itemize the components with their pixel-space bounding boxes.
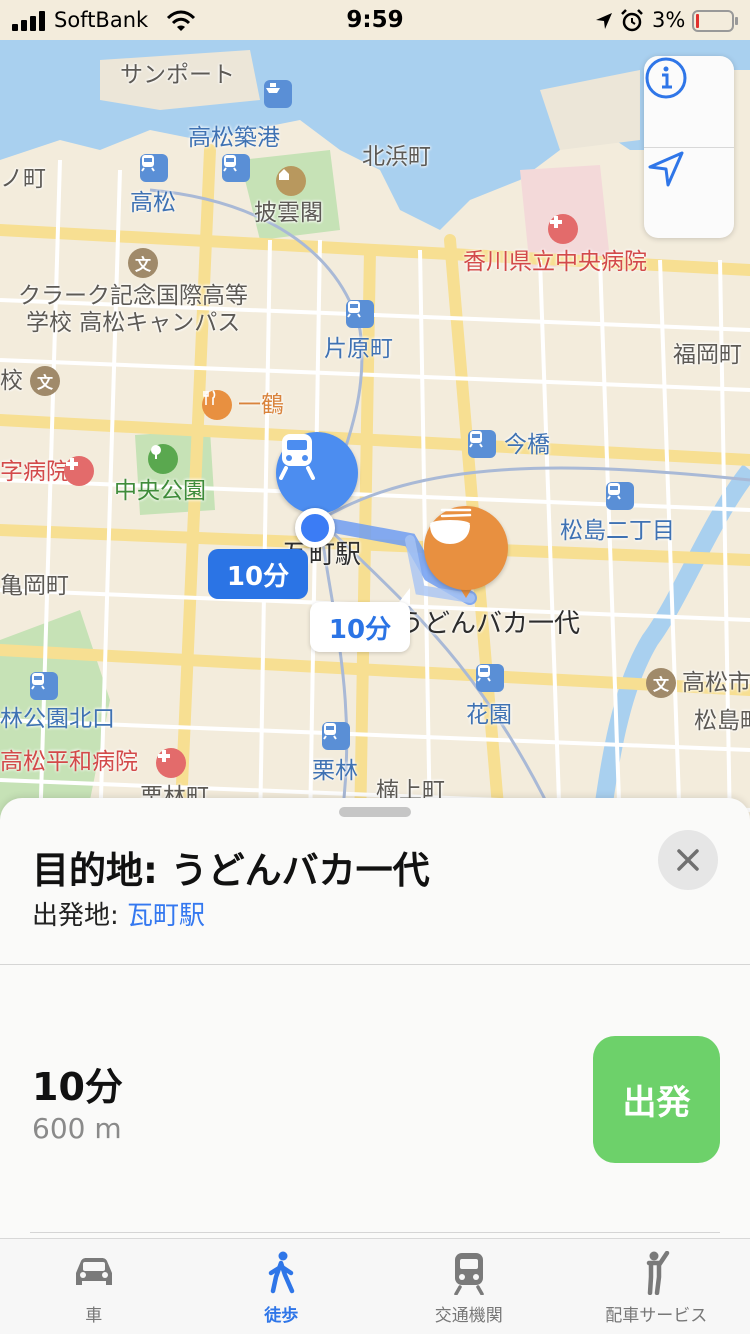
map-label-machi-left: ノ町 (0, 166, 46, 192)
sheet-divider (0, 964, 750, 965)
map-label-matsushima-nichome: 松島二丁目 (560, 518, 675, 544)
hospital-icon (548, 214, 578, 244)
location-arrow-icon (648, 151, 684, 187)
close-button[interactable] (658, 830, 718, 890)
map-label-imabashi: 今橋 (504, 432, 550, 458)
train-station-icon (222, 154, 250, 182)
destination-label: うどんバカ一代 (398, 609, 581, 639)
route-sheet[interactable]: 目的地: うどんバカ一代 出発地: 瓦町駅 10分 600 m 出発 (0, 798, 750, 1238)
map-label-takamatsu: 高松 (130, 190, 176, 216)
battery-icon (692, 10, 738, 32)
map-label-kameokamachi: 亀岡町 (0, 573, 69, 599)
sheet-grabber[interactable] (339, 807, 411, 817)
train-station-icon (30, 672, 58, 700)
location-arrow-icon (596, 13, 612, 29)
train-station-icon (346, 300, 374, 328)
map-label-hiunkaku: 披雲閣 (254, 200, 323, 226)
tab-transit[interactable]: 交通機関 (375, 1239, 563, 1334)
info-icon (645, 57, 687, 99)
go-button[interactable]: 出発 (593, 1036, 720, 1163)
map-label-takamatsu-heiwa-hospital: 高松平和病院 (0, 749, 138, 775)
map-label-hanazono: 花園 (466, 702, 512, 728)
map-info-button[interactable] (644, 56, 734, 147)
status-bar: SoftBank 9:59 3% (0, 0, 750, 40)
map-label-clark-school-1: クラーク記念国際高等 (18, 283, 248, 309)
train-station-icon (322, 722, 350, 750)
battery-percent: 3% (652, 8, 686, 32)
car-icon (75, 1258, 112, 1285)
tab-ride-hailing[interactable]: 配車サービス (563, 1239, 750, 1334)
origin-prefix: 出発地: (32, 901, 128, 931)
tab-car-label: 車 (85, 1306, 103, 1326)
restaurant-icon (202, 390, 232, 420)
map-label-chuo-koen: 中央公園 (114, 478, 206, 504)
map-label-sanport: サンポート (120, 62, 235, 88)
map-controls (644, 56, 734, 238)
tab-car[interactable]: 車 (0, 1239, 188, 1334)
map-label-kou: 校 (0, 368, 23, 394)
destination-pin[interactable] (424, 506, 508, 590)
map-label-ritsurin: 栗林 (312, 758, 358, 784)
train-station-icon (468, 430, 496, 458)
current-location-dot (295, 508, 335, 548)
map-label-fukuokamachi: 福岡町 (673, 342, 742, 368)
transport-tab-bar: 車 徒歩 交通機関 配車サービス (0, 1238, 750, 1334)
train-icon (454, 1253, 484, 1295)
origin-link[interactable]: 瓦町駅 (127, 901, 205, 931)
origin-line: 出発地: 瓦町駅 (32, 895, 205, 932)
close-icon (677, 849, 699, 871)
map-label-ji-hospital: 字病院 (0, 459, 69, 485)
route-time-bubble-alternate[interactable]: 10分 (310, 602, 410, 652)
school-icon: 文 (646, 668, 676, 698)
hospital-icon (156, 748, 186, 778)
map-label-clark-school-2: 学校 高松キャンパス (26, 310, 241, 336)
map-locate-button[interactable] (644, 147, 734, 238)
map-label-matsushima-right: 松島町 (694, 708, 750, 734)
castle-icon (276, 166, 306, 196)
route-time-bubble-selected[interactable]: 10分 (208, 549, 308, 599)
hospital-icon (64, 456, 94, 486)
map-view[interactable]: サンポート 高松築港 北浜町 ノ町 高松 披雲閣 香川県立中央病院 クラーク記念… (0, 0, 750, 830)
walking-icon (269, 1251, 295, 1294)
route-distance: 600 m (32, 1112, 122, 1145)
tab-walking-label: 徒歩 (264, 1306, 299, 1326)
tab-transit-label: 交通機関 (434, 1306, 503, 1326)
train-station-icon (140, 154, 168, 182)
map-label-kitahama: 北浜町 (362, 144, 431, 170)
route-duration: 10分 (32, 1065, 123, 1109)
train-station-icon (606, 482, 634, 510)
map-label-ichizuru: 一鶴 (238, 392, 284, 418)
origin-station-pin[interactable] (276, 432, 358, 514)
map-label-kagawa-hospital: 香川県立中央病院 (463, 249, 647, 275)
ferry-icon (264, 80, 292, 108)
train-icon (279, 434, 315, 480)
alarm-icon (621, 9, 643, 32)
tab-walking[interactable]: 徒歩 (188, 1239, 376, 1334)
map-label-rin-koen-kitaguchi: 林公園北口 (0, 706, 115, 732)
map-label-takamatsu-chikko: 高松築港 (188, 125, 280, 151)
map-label-kataharamachi: 片原町 (324, 336, 393, 362)
destination-title: 目的地: うどんバカ一代 (32, 849, 430, 892)
school-icon: 文 (30, 366, 60, 396)
ride-hailing-icon (647, 1251, 670, 1295)
train-station-icon (476, 664, 504, 692)
tab-ride-hailing-label: 配車サービス (605, 1306, 708, 1326)
noodle-bowl-icon (430, 508, 472, 544)
sheet-divider-bottom (30, 1232, 720, 1233)
park-icon (148, 444, 178, 474)
school-icon: 文 (128, 248, 158, 278)
map-label-takamatsu-city: 高松市 (682, 670, 750, 696)
